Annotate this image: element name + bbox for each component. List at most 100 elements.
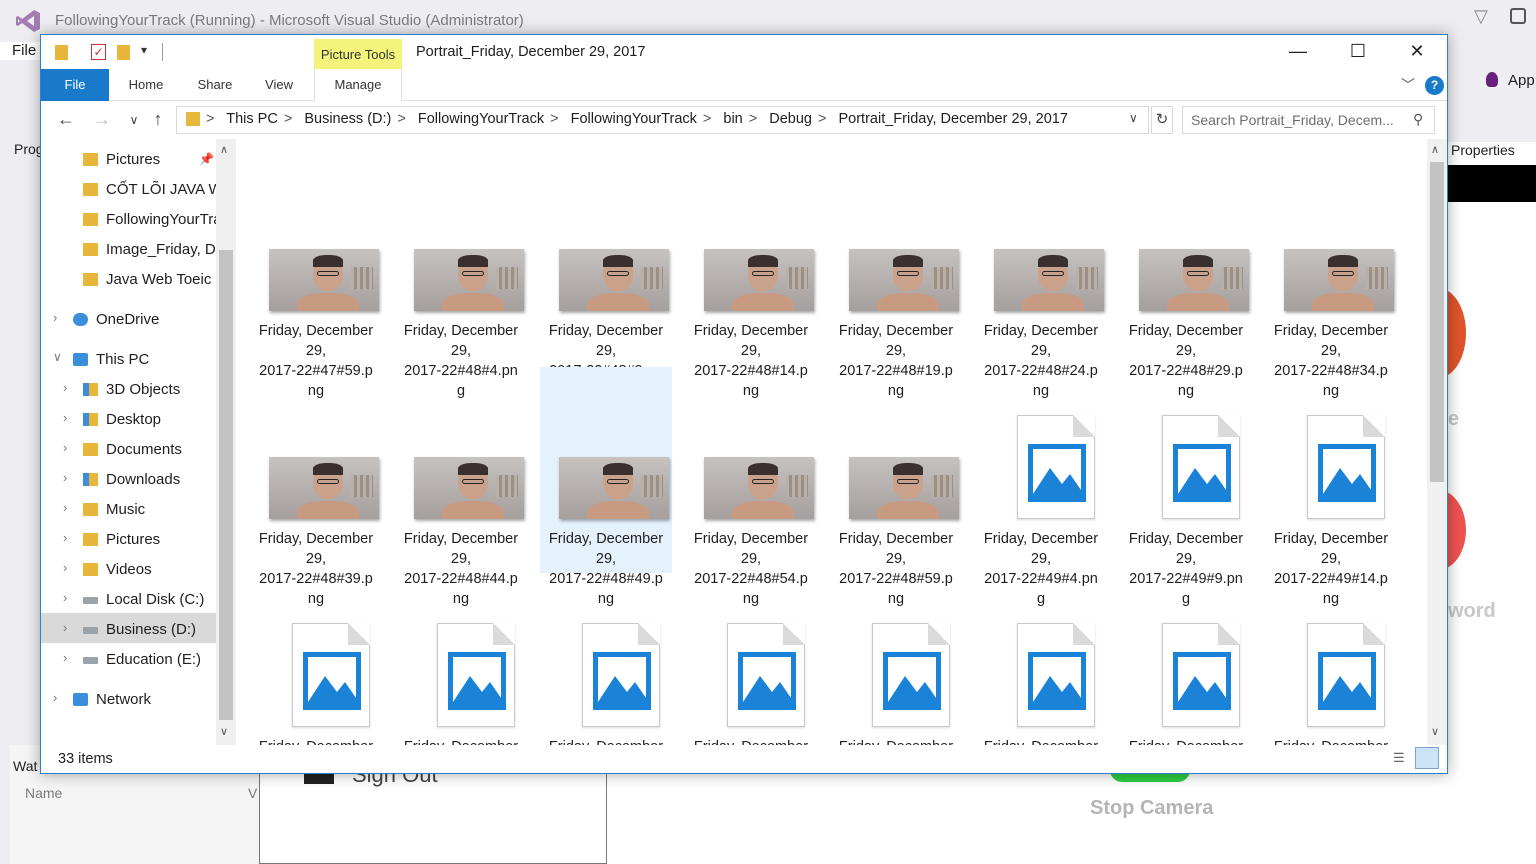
breadcrumb-item[interactable]: Portrait_Friday, December 29, 2017 (838, 111, 1067, 127)
file-item[interactable]: Friday, December29,2017-22#49#39.png (830, 575, 962, 745)
nav-item-desktop[interactable]: › Desktop (41, 405, 216, 435)
file-item[interactable]: Friday, December 29, 2017-22#47#59.p ng (250, 159, 382, 399)
filter-icon[interactable]: ▽ (1474, 6, 1488, 27)
close-button[interactable]: ✕ (1394, 35, 1440, 69)
up-arrow-icon[interactable]: ↑ (147, 109, 169, 130)
tab-view[interactable]: View (259, 69, 299, 101)
tab-home[interactable]: Home (121, 69, 171, 101)
help-icon[interactable]: ? (1425, 76, 1444, 95)
nav-item-music[interactable]: › Music (41, 495, 216, 525)
expand-chevron-icon[interactable]: › (63, 440, 67, 455)
nav-item-followingyourtrack[interactable]: FollowingYourTrack (41, 205, 216, 235)
nav-scroll-down-arrow-icon[interactable]: ∨ (220, 725, 228, 738)
back-arrow-icon[interactable]: ← (55, 109, 77, 130)
expand-chevron-icon[interactable]: › (63, 590, 67, 605)
nav-scrollbar-thumb[interactable] (219, 250, 233, 720)
file-item[interactable]: Friday, December29,2017-22#49#44.png (975, 575, 1107, 745)
nav-item-education-e[interactable]: › Education (E:) (41, 645, 216, 675)
file-item[interactable]: Friday, December29,2017-22#49#19.png (250, 575, 382, 745)
expand-chevron-icon[interactable]: › (63, 560, 67, 575)
nav-item-downloads[interactable]: › Downloads (41, 465, 216, 495)
file-item[interactable]: Friday, December 29, 2017-22#48#19.p ng (830, 159, 962, 399)
file-item[interactable]: Friday, December 29, 2017-22#48#14.p ng (685, 159, 817, 399)
file-item[interactable]: Friday, December29,2017-22#49#34.png (685, 575, 817, 745)
file-item[interactable]: Friday, December 29, 2017-22#48#59.p ng (830, 367, 962, 607)
breadcrumb-item[interactable]: Debug (769, 111, 812, 127)
file-item[interactable]: Friday, December 29, 2017-22#48#44.p ng (395, 367, 527, 607)
content-scrollbar-thumb[interactable] (1430, 162, 1444, 482)
search-icon[interactable]: ⚲ (1413, 111, 1423, 128)
nav-item-image-friday[interactable]: Image_Friday, December 29, 2017 (41, 235, 216, 265)
vs-properties-tab[interactable]: Properties (1451, 142, 1515, 158)
expand-chevron-icon[interactable]: › (63, 620, 67, 635)
breadcrumb-item[interactable]: bin (723, 111, 742, 127)
file-item[interactable]: Friday, December29,2017-22#49#29.png (540, 575, 672, 745)
nav-scroll-up-arrow-icon[interactable]: ∧ (220, 143, 228, 156)
nav-item-business-d[interactable]: › Business (D:) (41, 615, 216, 645)
content-scroll-up-arrow-icon[interactable]: ∧ (1431, 143, 1439, 156)
recent-locations-chevron-icon[interactable]: ∨ (123, 113, 145, 127)
expand-chevron-icon[interactable]: › (63, 470, 67, 485)
address-dropdown-chevron-icon[interactable]: ∨ (1129, 111, 1138, 125)
large-icons-view-icon[interactable] (1415, 747, 1439, 769)
file-item[interactable]: Friday, December 29, 2017-22#48#34.p ng (1265, 159, 1397, 399)
lightbulb-icon[interactable] (1486, 72, 1498, 87)
share-icon[interactable] (1510, 8, 1526, 24)
file-item[interactable]: Friday, December 29, 2017-22#48#49.p ng (540, 367, 672, 607)
file-item[interactable]: Friday, December 29, 2017-22#48#4.pn g (395, 159, 527, 399)
maximize-button[interactable]: ☐ (1335, 35, 1381, 69)
file-item[interactable]: Friday, December29,2017-22#49#49.png (1120, 575, 1252, 745)
nav-item-network[interactable]: › Network (41, 685, 216, 715)
nav-item-documents[interactable]: › Documents (41, 435, 216, 465)
vs-app-label[interactable]: App (1508, 72, 1535, 89)
nav-item-cot-loi-java-web[interactable]: CỐT LÕI JAVA WEB (41, 175, 216, 205)
expand-chevron-icon[interactable]: › (63, 530, 67, 545)
file-item[interactable]: Friday, December 29, 2017-22#49#14.p ng (1265, 367, 1397, 607)
nav-item-pictures[interactable]: Pictures (41, 145, 216, 175)
expand-chevron-icon[interactable]: › (53, 690, 57, 705)
quick-access-folder-icon[interactable] (55, 45, 68, 60)
file-item[interactable]: Friday, December 29, 2017-22#48#24.p ng (975, 159, 1107, 399)
file-item[interactable]: Friday, December 29, 2017-22#48#54.p ng (685, 367, 817, 607)
tab-manage[interactable]: Manage (314, 69, 402, 101)
vs-menu-file[interactable]: File (12, 42, 36, 59)
nav-item-pictures-2[interactable]: › Pictures (41, 525, 216, 555)
file-item[interactable]: Friday, December 29, 2017-22#49#4.pn g (975, 367, 1107, 607)
expand-chevron-icon[interactable]: › (63, 410, 67, 425)
refresh-icon[interactable]: ↻ (1151, 106, 1173, 134)
details-view-icon[interactable]: ☰ (1393, 750, 1411, 768)
expand-chevron-icon[interactable]: › (63, 650, 67, 665)
file-item[interactable]: Friday, December29,2017-22#48#9.png (540, 159, 672, 399)
tab-share[interactable]: Share (191, 69, 239, 101)
breadcrumb-item[interactable]: FollowingYourTrack (418, 111, 544, 127)
file-item[interactable]: Friday, December29,2017-22#49#24.png (395, 575, 527, 745)
new-folder-icon[interactable] (117, 45, 130, 60)
nav-item-3d-objects[interactable]: › 3D Objects (41, 375, 216, 405)
file-item[interactable]: Friday, December 29, 2017-22#48#29.p ng (1120, 159, 1252, 399)
properties-check-icon[interactable]: ✓ (91, 44, 106, 60)
breadcrumb-item[interactable]: FollowingYourTrack (571, 111, 697, 127)
breadcrumb-item[interactable]: This PC (226, 111, 278, 127)
expand-chevron-icon[interactable]: › (53, 310, 57, 325)
file-item[interactable]: Friday, December 29, 2017-22#49#9.pn g (1120, 367, 1252, 607)
file-item[interactable]: Friday, December29,2017-22#49#54.png (1265, 575, 1397, 745)
expand-chevron-icon[interactable]: › (63, 380, 67, 395)
nav-item-java-web-toeic[interactable]: Java Web Toeic (41, 265, 216, 295)
forward-arrow-icon[interactable]: → (91, 109, 113, 130)
content-scroll-down-arrow-icon[interactable]: ∨ (1431, 725, 1439, 738)
tab-file[interactable]: File (41, 69, 109, 101)
nav-item-local-disk-c[interactable]: › Local Disk (C:) (41, 585, 216, 615)
expand-ribbon-chevron-icon[interactable]: ﹀ (1401, 75, 1415, 95)
nav-item-onedrive[interactable]: › OneDrive (41, 305, 216, 335)
customize-toolbar-dropdown[interactable]: ▾ (141, 43, 147, 57)
nav-item-videos[interactable]: › Videos (41, 555, 216, 585)
breadcrumb[interactable]: > This PC > Business (D:) > FollowingYourT… (206, 111, 1074, 127)
minimize-button[interactable]: — (1275, 35, 1321, 69)
nav-item-this-pc[interactable]: ∨ This PC (41, 345, 216, 375)
breadcrumb-item[interactable]: Business (D:) (304, 111, 391, 127)
stop-camera-label[interactable]: Stop Camera (1090, 797, 1213, 820)
pin-icon[interactable]: 📌 (199, 152, 214, 166)
collapse-chevron-icon[interactable]: ∨ (53, 350, 62, 364)
expand-chevron-icon[interactable]: › (63, 500, 67, 515)
file-item[interactable]: Friday, December 29, 2017-22#48#39.p ng (250, 367, 382, 607)
